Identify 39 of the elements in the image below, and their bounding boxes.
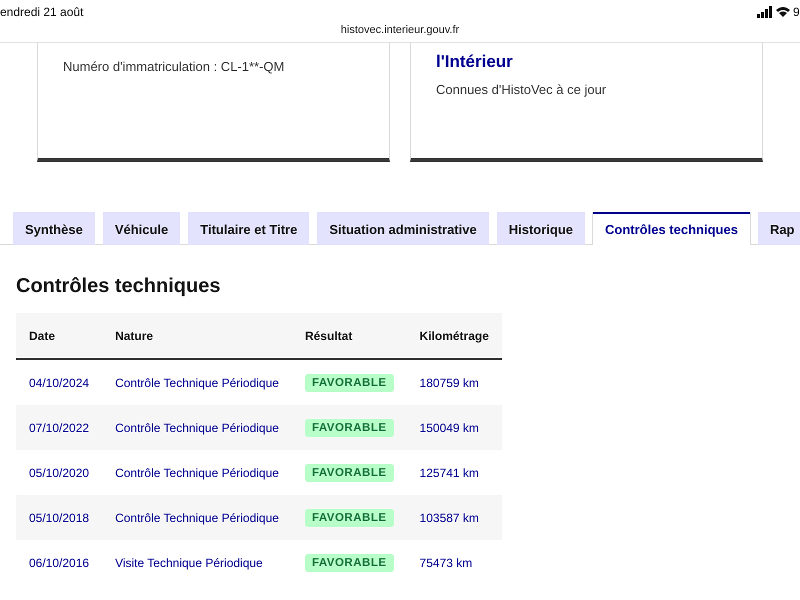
battery-percentage: 9	[793, 5, 800, 19]
nature-cell: Contrôle Technique Périodique	[102, 405, 292, 450]
section-heading: Contrôles techniques	[16, 275, 222, 298]
mileage-cell: 103587 km	[406, 495, 502, 540]
tab[interactable]: Contrôles techniques	[593, 212, 750, 245]
result-badge: FAVORABLE	[304, 374, 394, 392]
card-title: l'Intérieur	[436, 51, 514, 73]
tab[interactable]: Synthèse	[13, 212, 95, 245]
tab[interactable]: Titulaire et Titre	[188, 212, 310, 245]
result-badge: FAVORABLE	[304, 418, 394, 436]
column-header: Kilométrage	[406, 313, 502, 359]
date-cell: 04/10/2024	[16, 359, 102, 405]
mileage-cell: 180759 km	[406, 359, 502, 405]
date-cell: 07/10/2022	[16, 405, 102, 450]
column-header: Nature	[102, 313, 292, 359]
tab[interactable]: Rap	[758, 212, 800, 245]
card-subtitle: Connues d'HistoVec à ce jour	[436, 82, 608, 97]
mileage-cell: 150049 km	[406, 405, 502, 450]
url-text[interactable]: histovec.interieur.gouv.fr	[0, 24, 800, 36]
status-date: endredi 21 août	[0, 5, 84, 19]
signal-wifi-icon	[757, 6, 791, 18]
mileage-cell: 125741 km	[406, 450, 502, 495]
tab[interactable]: Historique	[496, 212, 586, 245]
mileage-cell: 75473 km	[406, 540, 502, 585]
nature-cell: Contrôle Technique Périodique	[102, 450, 292, 495]
card-subtitle: Numéro d'immatriculation : CL-1**-QM	[63, 59, 286, 74]
nature-cell: Visite Technique Périodique	[102, 540, 292, 585]
tab[interactable]: Situation administrative	[317, 212, 489, 245]
date-cell: 05/10/2018	[16, 495, 102, 540]
date-cell: 05/10/2020	[16, 450, 102, 495]
result-badge: FAVORABLE	[304, 554, 394, 572]
result-badge: FAVORABLE	[304, 464, 394, 482]
nature-cell: Contrôle Technique Périodique	[102, 359, 292, 405]
date-cell: 06/10/2016	[16, 540, 102, 585]
tab[interactable]: Véhicule	[102, 212, 180, 245]
column-header: Date	[16, 313, 102, 359]
nature-cell: Contrôle Technique Périodique	[102, 495, 292, 540]
column-header: Résultat	[292, 313, 407, 359]
result-badge: FAVORABLE	[304, 508, 394, 526]
